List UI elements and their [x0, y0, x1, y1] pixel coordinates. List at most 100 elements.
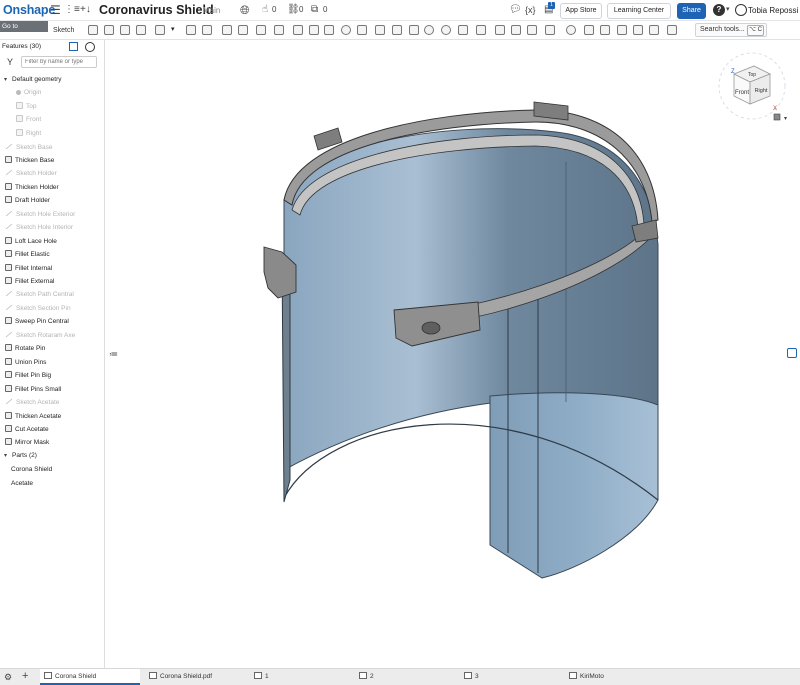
part-item[interactable]: Corona Shield — [11, 463, 52, 476]
hole-tool-icon[interactable] — [274, 25, 284, 35]
offset-surface-tool-icon[interactable] — [441, 25, 451, 35]
filter-icon[interactable]: Y — [7, 57, 13, 67]
onshape-logo[interactable]: Onshape — [3, 3, 55, 17]
fillet-tool-icon[interactable] — [186, 25, 196, 35]
globe-icon[interactable]: 🌐︎ — [240, 3, 250, 17]
acetate-part[interactable] — [281, 128, 659, 579]
boolean-tool-icon[interactable] — [324, 25, 334, 35]
move-face-tool-icon[interactable] — [409, 25, 419, 35]
default-geometry-item[interactable]: Origin — [16, 86, 41, 99]
featurescript-tool-icon[interactable] — [667, 25, 677, 35]
section-view-tool-icon[interactable] — [584, 25, 594, 35]
share-button[interactable]: Share — [677, 3, 706, 19]
sweep-tool-icon[interactable] — [120, 25, 130, 35]
feature-item[interactable]: Thicken Base — [5, 154, 54, 167]
draft-tool-icon[interactable] — [222, 25, 232, 35]
sheet-metal-tool-icon[interactable] — [527, 25, 537, 35]
feature-item[interactable]: Loft Lace Hole — [5, 235, 57, 248]
insert-icon[interactable]: +↓ — [80, 3, 91, 17]
modify-fillet-tool-icon[interactable] — [392, 25, 402, 35]
chevron-down-icon[interactable]: ▾ — [171, 25, 181, 35]
view-options-icon[interactable] — [773, 113, 781, 121]
feature-item[interactable]: Sketch Acetate — [5, 396, 59, 409]
help-chevron-icon[interactable]: ▾ — [726, 3, 730, 17]
delete-part-tool-icon[interactable] — [375, 25, 385, 35]
default-geometry-group[interactable]: ▾ Default geometry — [4, 73, 62, 86]
document-tab[interactable]: 2 — [355, 669, 455, 685]
frame-tool-icon[interactable] — [545, 25, 555, 35]
menu-icon[interactable]: ☰ — [50, 3, 61, 17]
default-geometry-item[interactable]: Front — [16, 113, 41, 126]
transform-tool-icon[interactable] — [357, 25, 367, 35]
feature-item[interactable]: Draft Holder — [5, 194, 50, 207]
split-tool-icon[interactable] — [341, 25, 351, 35]
link-icon[interactable]: ⛓︎ — [287, 3, 300, 17]
default-geometry-item[interactable]: Top — [16, 100, 36, 113]
feature-item[interactable]: Fillet Pin Big — [5, 369, 51, 382]
measure-tool-icon[interactable] — [566, 25, 576, 35]
document-tab[interactable]: KiriMoto — [565, 669, 635, 685]
feature-item[interactable]: Sketch Hole Exterior — [5, 208, 75, 221]
feature-item[interactable]: Fillet External — [5, 275, 54, 288]
caret-down-icon[interactable]: ▾ — [4, 450, 12, 463]
caret-down-icon[interactable]: ▾ — [4, 74, 12, 87]
feature-item[interactable]: Fillet Pins Small — [5, 383, 61, 396]
curve-tool-icon[interactable] — [511, 25, 521, 35]
learning-center-button[interactable]: Learning Center — [607, 3, 671, 19]
plane-tool-icon[interactable] — [458, 25, 468, 35]
add-tab-icon[interactable]: + — [22, 670, 28, 682]
feature-item[interactable]: Sketch Section Pin — [5, 302, 71, 315]
timer-icon[interactable] — [85, 42, 95, 52]
document-tab[interactable]: Corona Shield.pdf — [145, 669, 245, 685]
loft-tool-icon[interactable] — [136, 25, 146, 35]
sketch-tool-label[interactable]: Sketch — [53, 27, 74, 34]
tab-manager-icon[interactable]: ⚙︎ — [4, 672, 12, 683]
document-title[interactable]: Coronavirus Shield — [99, 3, 214, 17]
parts-group[interactable]: ▾ Parts (2) — [4, 449, 37, 462]
app-store-button[interactable]: App Store — [560, 3, 602, 19]
mirror-tool-icon[interactable] — [309, 25, 319, 35]
display-states-tool-icon[interactable] — [633, 25, 643, 35]
chamfer-tool-icon[interactable] — [202, 25, 212, 35]
extrude-tool-icon[interactable] — [88, 25, 98, 35]
view-cube[interactable]: Top Front Right Z X ▾ — [716, 52, 794, 124]
feature-item[interactable]: Fillet Elastic — [5, 248, 50, 261]
render-tool-icon[interactable] — [600, 25, 610, 35]
search-tools-input[interactable]: Search tools... ⌥ C — [695, 23, 767, 37]
document-tab[interactable]: 1 — [250, 669, 350, 685]
like-icon[interactable]: ☝︎ — [262, 3, 268, 17]
thicken-tool-icon[interactable] — [155, 25, 165, 35]
shell-tool-icon[interactable] — [256, 25, 266, 35]
feature-item[interactable]: Rotate Pin — [5, 342, 45, 355]
feature-item[interactable]: Union Pins — [5, 356, 46, 369]
feature-item[interactable]: Sketch Holder — [5, 167, 57, 180]
feature-item[interactable]: Sketch Hole Interior — [5, 221, 73, 234]
feature-item[interactable]: Thicken Acetate — [5, 410, 61, 423]
feature-item[interactable]: Sweep Pin Central — [5, 315, 69, 328]
variable-icon[interactable]: {x} — [525, 3, 536, 17]
feature-item[interactable]: Cut Acetate — [5, 423, 49, 436]
rollback-icon[interactable] — [69, 42, 78, 51]
help-icon[interactable]: ? — [713, 4, 725, 16]
document-tab[interactable]: Corona Shield — [40, 669, 140, 685]
view-options-chevron-icon[interactable]: ▾ — [784, 116, 787, 122]
feature-filter-input[interactable] — [21, 56, 97, 68]
copy-icon[interactable]: ⧉ — [311, 3, 318, 17]
feature-item[interactable]: Sketch Path Central — [5, 288, 74, 301]
replace-face-tool-icon[interactable] — [424, 25, 434, 35]
helix-tool-icon[interactable] — [495, 25, 505, 35]
mate-connector-tool-icon[interactable] — [476, 25, 486, 35]
feature-item[interactable]: Mirror Mask — [5, 436, 49, 449]
graphics-viewport[interactable] — [106, 40, 800, 668]
branch-label[interactable]: Main — [203, 6, 220, 15]
feature-item[interactable]: Thicken Holder — [5, 181, 59, 194]
feature-item[interactable]: Fillet Internal — [5, 262, 52, 275]
custom-feature-tool-icon[interactable] — [649, 25, 659, 35]
feature-list-icon[interactable]: ⋮≡ — [64, 3, 80, 17]
appearance-tool-icon[interactable] — [617, 25, 627, 35]
feature-item[interactable]: Sketch Base — [5, 141, 53, 154]
user-avatar-icon[interactable] — [735, 4, 747, 16]
revolve-tool-icon[interactable] — [104, 25, 114, 35]
part-item[interactable]: Acetate — [11, 477, 33, 490]
feature-item[interactable]: Sketch Rotaram Axe — [5, 329, 75, 342]
